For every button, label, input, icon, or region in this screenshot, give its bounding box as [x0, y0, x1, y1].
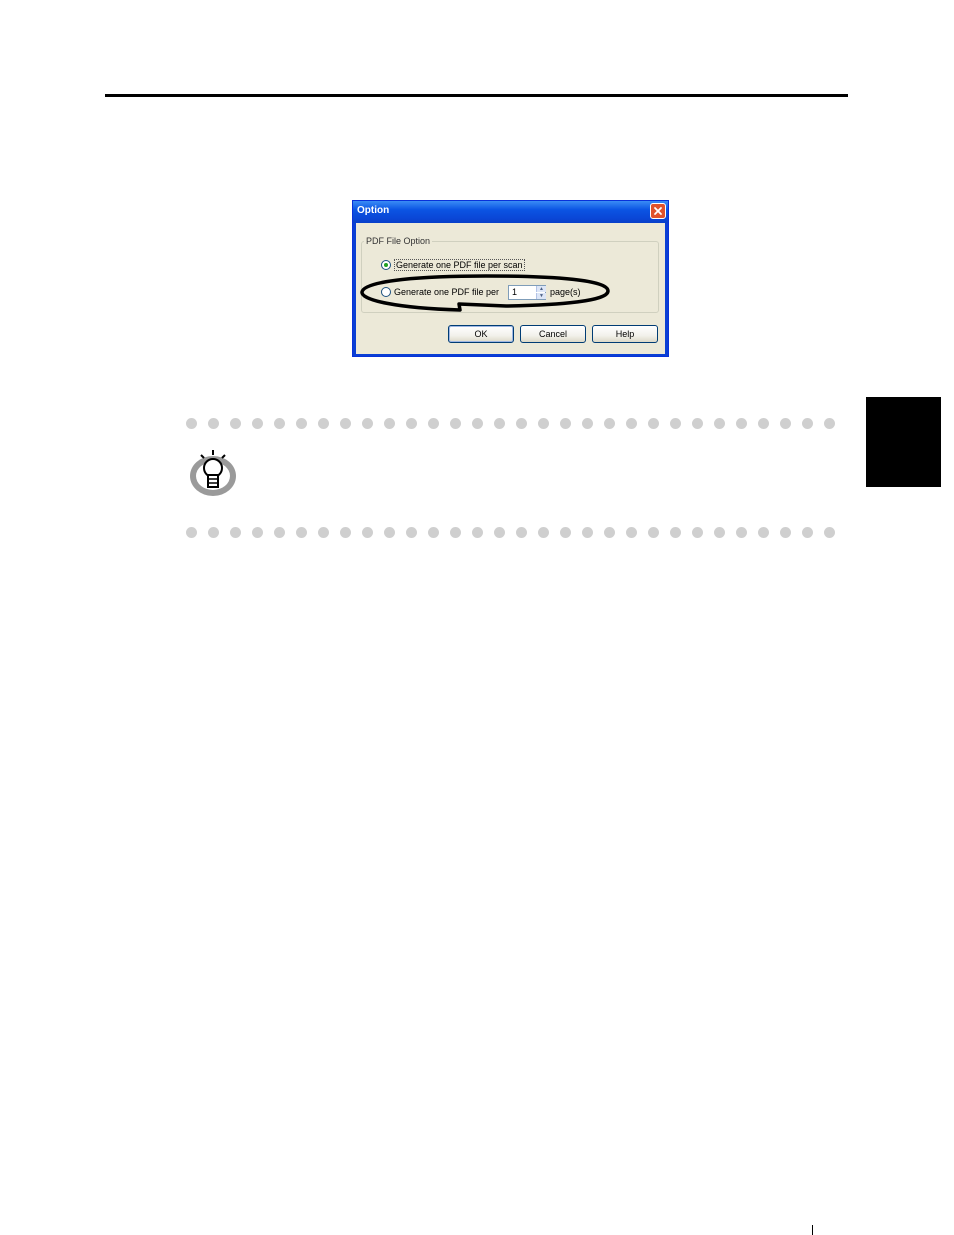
- close-button[interactable]: [650, 203, 666, 219]
- group-label: PDF File Option: [364, 236, 433, 247]
- page-count-value[interactable]: 1: [512, 287, 517, 297]
- per-pages-label: Generate one PDF file per: [394, 287, 500, 297]
- stepper-down-icon[interactable]: ▼: [536, 293, 546, 299]
- ok-button[interactable]: OK: [448, 325, 514, 343]
- page-count-stepper[interactable]: 1 ▲ ▼: [508, 285, 546, 300]
- option-dialog: Option PDF File Option Generate one PDF …: [352, 200, 669, 357]
- chapter-tab: [866, 397, 941, 487]
- hint-top-dots: [186, 418, 835, 429]
- header-rule: [105, 94, 848, 97]
- stepper-up-icon[interactable]: ▲: [536, 286, 546, 292]
- per-pages-radio[interactable]: [381, 287, 391, 297]
- hint-bottom-dots: [186, 527, 835, 538]
- pdf-file-option-group: [361, 241, 659, 313]
- close-icon: [654, 207, 662, 215]
- dialog-title: Option: [357, 205, 390, 216]
- help-button[interactable]: Help: [592, 325, 658, 343]
- stepper-arrows: ▲ ▼: [536, 286, 546, 299]
- cancel-button[interactable]: Cancel: [520, 325, 586, 343]
- dialog-titlebar[interactable]: Option: [353, 201, 668, 223]
- page-marker: [812, 1225, 813, 1235]
- dialog-client-area: PDF File Option Generate one PDF file pe…: [356, 223, 665, 354]
- per-pages-option[interactable]: Generate one PDF file per: [381, 287, 499, 297]
- lightbulb-icon: [190, 450, 236, 496]
- per-scan-label: Generate one PDF file per scan: [394, 259, 525, 271]
- per-scan-option[interactable]: Generate one PDF file per scan: [381, 259, 525, 271]
- per-scan-radio[interactable]: [381, 260, 391, 270]
- pages-suffix-label: page(s): [550, 287, 581, 297]
